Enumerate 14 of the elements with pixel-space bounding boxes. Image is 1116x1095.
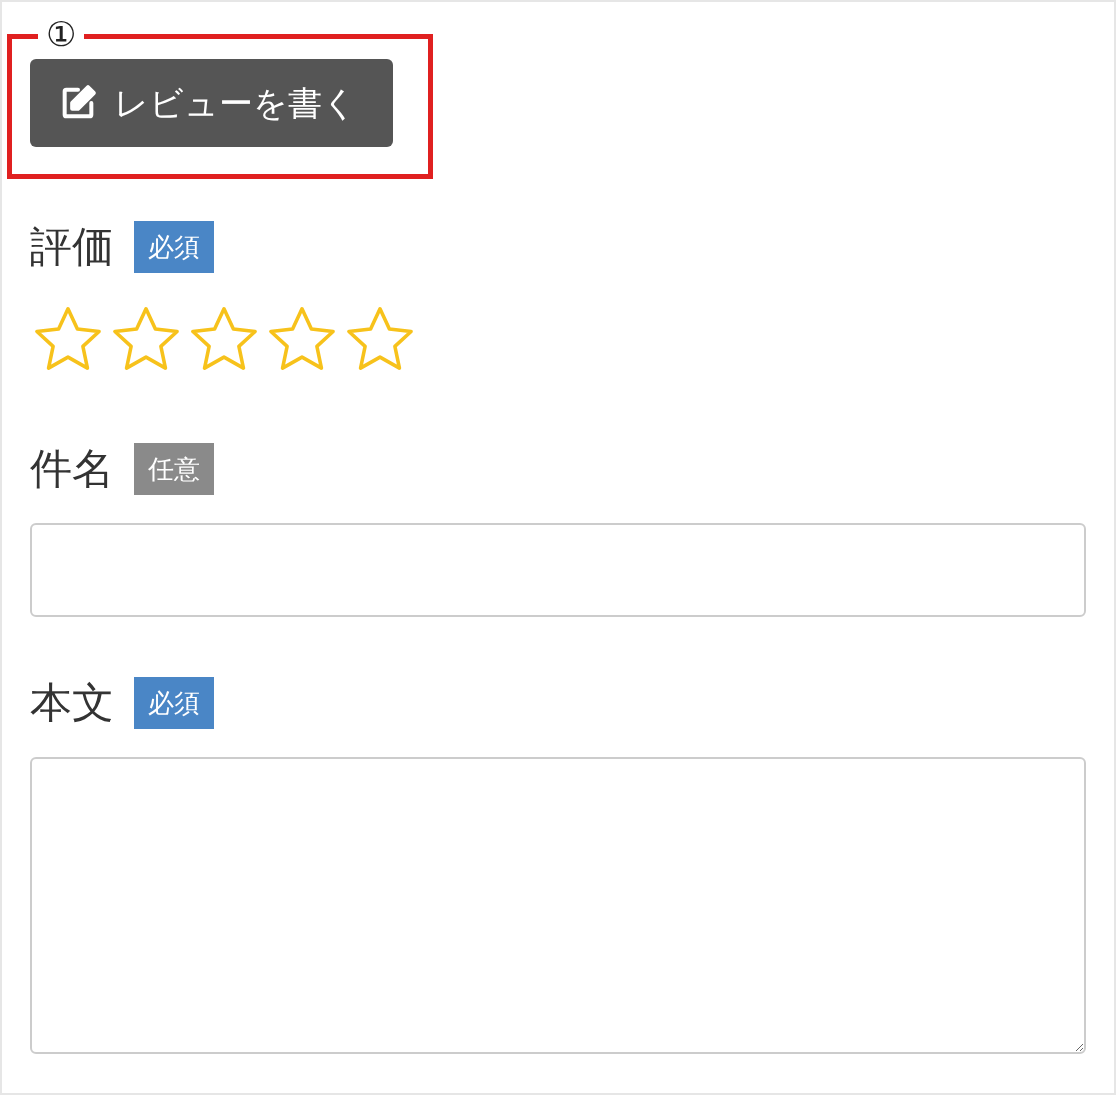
write-review-button[interactable]: レビューを書く (30, 59, 393, 147)
required-badge: 必須 (134, 677, 214, 729)
body-field[interactable] (30, 757, 1086, 1054)
field-label: 本文 (30, 682, 114, 724)
field-label: 件名 (30, 448, 114, 490)
star-icon[interactable] (346, 305, 414, 371)
subject-field[interactable] (30, 523, 1086, 617)
field-label: 評価 (30, 226, 114, 268)
optional-badge: 任意 (134, 443, 214, 495)
star-icon[interactable] (112, 305, 180, 371)
star-icon[interactable] (268, 305, 336, 371)
star-icon[interactable] (34, 305, 102, 371)
required-badge: 必須 (134, 221, 214, 273)
star-icon[interactable] (190, 305, 258, 371)
